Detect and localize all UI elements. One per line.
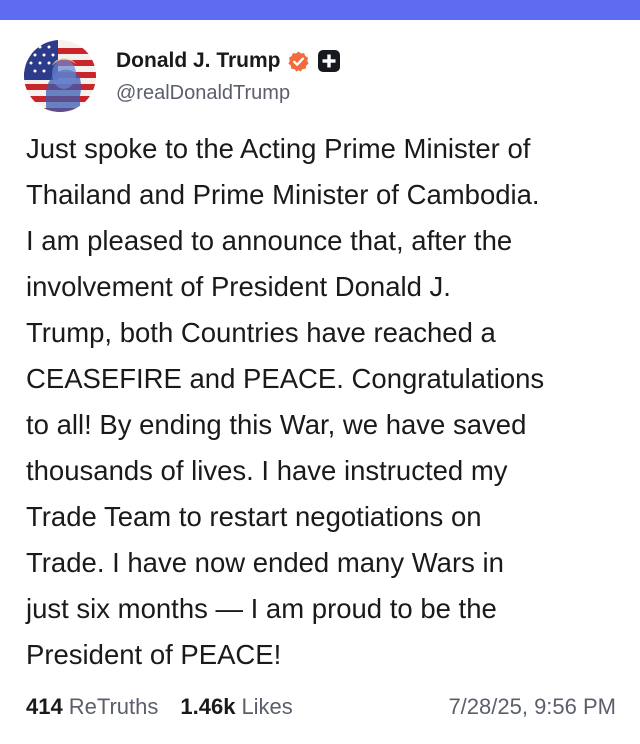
post-text-line: President of PEACE! <box>26 639 282 670</box>
retruths-label: ReTruths <box>68 694 159 719</box>
retruths-stat[interactable]: 414 ReTruths <box>26 694 158 720</box>
user-handle[interactable]: @realDonaldTrump <box>116 82 290 105</box>
post-text: Just spoke to the Acting Prime Minister … <box>26 126 622 678</box>
post-text-line: CEASEFIRE and PEACE. Congratulations <box>26 363 545 394</box>
post-text-line: Thailand and Prime Minister of Cambodia. <box>26 179 540 210</box>
post-text-line: just six months — I am proud to be the <box>26 593 497 624</box>
post-text-line: I am pleased to announce that, after the <box>26 225 513 256</box>
post-text-line: to all! By ending this War, we have save… <box>26 409 527 440</box>
verified-badge-icon <box>287 50 310 73</box>
top-bar <box>0 0 640 20</box>
post-header: Donald J. Trump @realDonaldTrump <box>24 40 616 112</box>
likes-stat[interactable]: 1.46k Likes <box>180 694 292 720</box>
post-text-line: Trump, both Countries have reached a <box>26 317 496 348</box>
post-text-line: involvement of President Donald J. <box>26 271 451 302</box>
likes-count: 1.46k <box>180 694 236 719</box>
retruths-count: 414 <box>26 694 63 719</box>
post-text-line: Trade Team to restart negotiations on <box>26 501 482 532</box>
avatar[interactable] <box>24 40 96 112</box>
plus-badge-icon <box>317 50 340 72</box>
post-text-line: Trade. I have now ended many Wars in <box>26 547 504 578</box>
name-row: Donald J. Trump <box>116 46 340 76</box>
post-timestamp[interactable]: 7/28/25, 9:56 PM <box>448 694 616 720</box>
post-text-line: thousands of lives. I have instructed my <box>26 455 508 486</box>
likes-label: Likes <box>241 694 293 719</box>
post-stats: 414 ReTruths 1.46k Likes 7/28/25, 9:56 PM <box>26 690 616 724</box>
american-flag-portrait-avatar-icon <box>24 40 96 112</box>
post-text-line: Just spoke to the Acting Prime Minister … <box>26 133 531 164</box>
display-name[interactable]: Donald J. Trump <box>116 49 281 73</box>
